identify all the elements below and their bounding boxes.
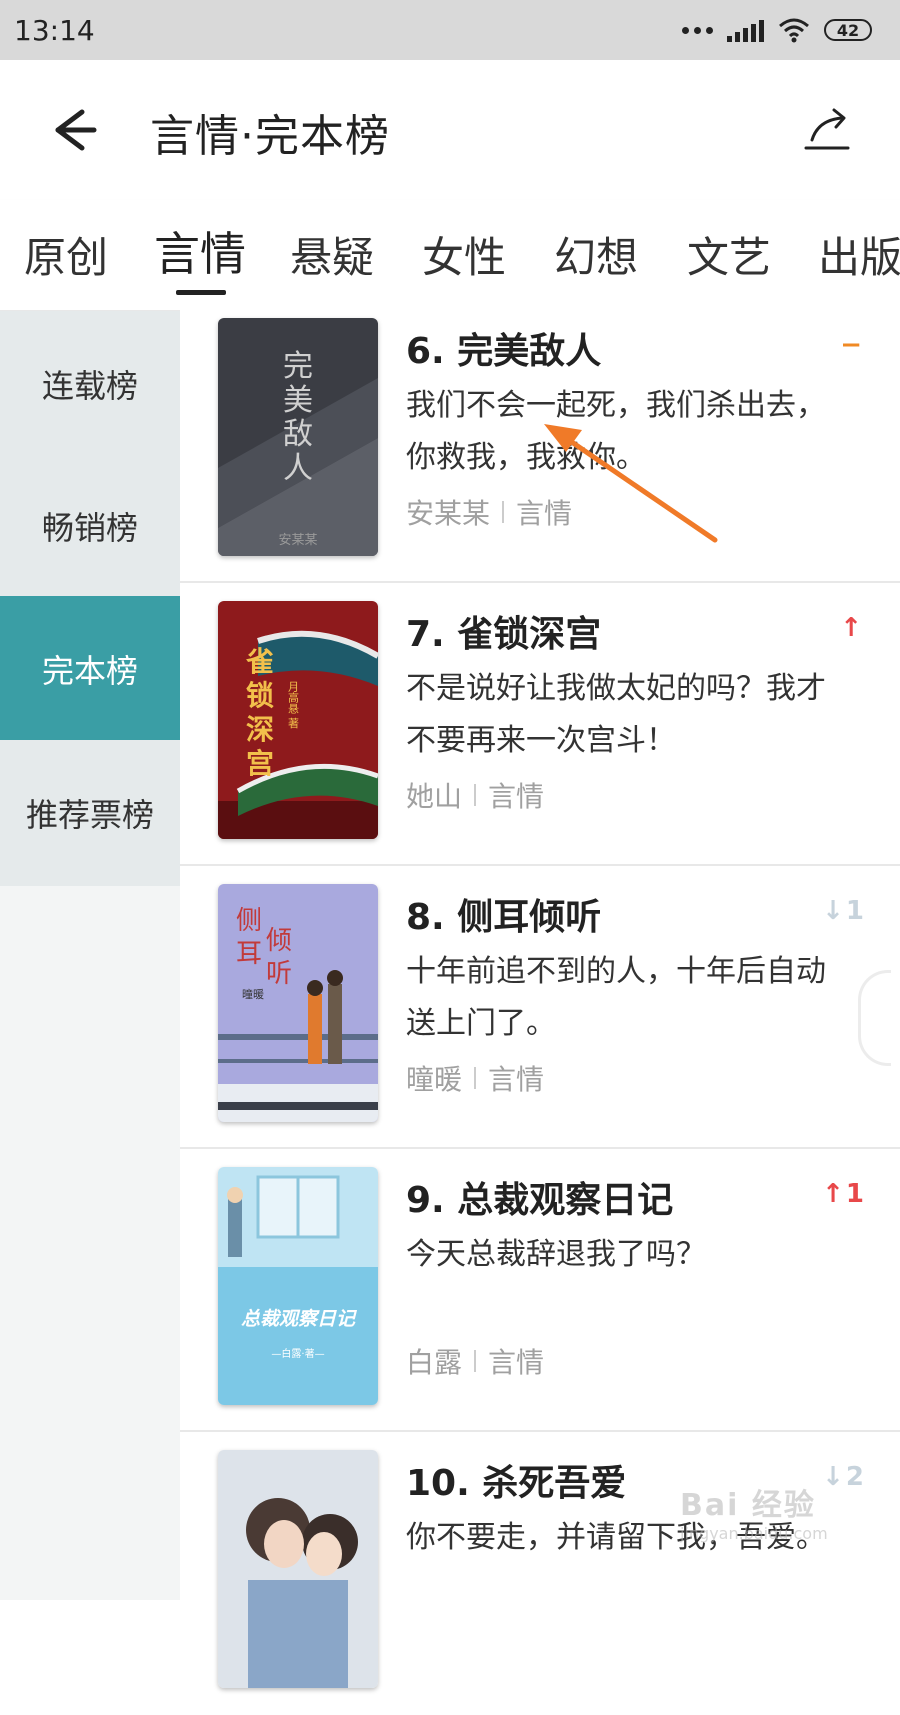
book-title[interactable]: 7. 雀锁深宫: [406, 605, 601, 657]
cover-author: 月高悬 著: [287, 681, 300, 729]
tab-romance[interactable]: 言情: [154, 218, 246, 284]
book-meta: 白露 言情: [406, 1341, 544, 1381]
trend-unchanged-icon: −: [840, 330, 862, 360]
meta-divider: [474, 784, 477, 806]
book-meta: 曈暖 言情: [406, 1058, 544, 1098]
book-title[interactable]: 6. 完美敌人: [406, 322, 601, 374]
book-item[interactable]: 侧 倾 耳 听 曈暖 8. 侧耳倾听 十年前追不到的人，十年后自动送上门了。 曈…: [180, 866, 900, 1149]
book-genre: 言情: [488, 1063, 545, 1096]
book-cover[interactable]: [218, 1450, 378, 1688]
book-cover[interactable]: 雀 锁 深 宫 月高悬 著: [218, 601, 378, 839]
book-meta: 她山 言情: [406, 775, 544, 815]
book-item[interactable]: 雀 锁 深 宫 月高悬 著 7. 雀锁深宫 不是说好让我做太妃的吗？我才不要再来…: [180, 583, 900, 866]
cover-author: 安某某: [278, 533, 317, 548]
watermark: Bai 经验 jingyan.baidu.com: [680, 1480, 828, 1543]
book-author: 白露: [406, 1346, 463, 1379]
trend-value: 2: [845, 1462, 864, 1492]
tab-published[interactable]: 出版: [818, 224, 900, 285]
watermark-brand: Bai 经验: [680, 1488, 816, 1523]
top-app-bar: 言情·完本榜: [0, 60, 900, 200]
rank-trend-badge: ↑: [840, 613, 864, 643]
trend-value: 1: [845, 1179, 864, 1209]
status-bar: 13:14 42: [0, 0, 900, 60]
wifi-icon: [779, 18, 809, 43]
tab-female[interactable]: 女性: [422, 224, 506, 285]
status-icons: 42: [682, 17, 872, 43]
cover-title: 总裁观察日记: [241, 1308, 358, 1330]
cover-author: —白露·著—: [271, 1347, 324, 1360]
book-author: 安某某: [406, 497, 491, 530]
trend-value: 1: [845, 896, 864, 926]
book-description: 十年前追不到的人，十年后自动送上门了。: [406, 954, 826, 1041]
cover-title-char-3: 倾: [266, 926, 292, 956]
book-cover[interactable]: 完 美 敌 人 安某某: [218, 318, 378, 556]
ranking-sidebar: 连载榜 畅销榜 完本榜 推荐票榜: [0, 311, 180, 1600]
watermark-url: jingyan.baidu.com: [680, 1524, 828, 1543]
rank-trend-badge: ↓ 2: [822, 1462, 864, 1492]
sidebar-item-recommend[interactable]: 推荐票榜: [0, 740, 180, 886]
cover-title-char-1: 完: [283, 349, 313, 384]
cover-title-char-2: 耳: [236, 939, 262, 969]
scroll-handle[interactable]: [858, 970, 891, 1066]
tab-fantasy[interactable]: 幻想: [554, 224, 638, 285]
cover-title-char-4: 人: [283, 451, 313, 486]
book-title[interactable]: 10. 杀死吾爱: [406, 1454, 626, 1506]
trend-up-icon: ↑: [840, 613, 862, 643]
share-icon[interactable]: [800, 100, 860, 160]
book-author: 曈暖: [406, 1063, 463, 1096]
book-title[interactable]: 9. 总裁观察日记: [406, 1171, 673, 1223]
cover-title-char-1: 侧: [236, 906, 262, 936]
book-meta: 安某某 言情: [406, 492, 572, 532]
book-item[interactable]: 总裁观察日记 —白露·著— 9. 总裁观察日记 今天总裁辞退我了吗？ 白露 言情…: [180, 1149, 900, 1432]
back-arrow-icon[interactable]: [44, 100, 104, 160]
tab-original[interactable]: 原创: [24, 224, 108, 285]
book-item[interactable]: 完 美 敌 人 安某某 6. 完美敌人 我们不会一起死，我们杀出去，你救我，我救…: [180, 300, 900, 583]
category-tabs: 原创 言情 悬疑 女性 幻想 文艺 出版: [0, 200, 900, 311]
trend-down-icon: ↓: [822, 896, 844, 926]
meta-divider: [474, 1067, 477, 1089]
book-author: 她山: [406, 780, 463, 813]
cover-title-char-3: 敌: [283, 417, 313, 452]
book-title[interactable]: 8. 侧耳倾听: [406, 888, 601, 940]
book-description: 今天总裁辞退我了吗？: [406, 1237, 706, 1272]
trend-up-icon: ↑: [822, 1179, 844, 1209]
sidebar-item-completed[interactable]: 完本榜: [0, 596, 180, 742]
sidebar-item-bestseller[interactable]: 畅销榜: [0, 453, 180, 599]
rank-trend-badge: ↓ 1: [822, 896, 864, 926]
meta-divider: [502, 501, 505, 523]
cover-title-char-1: 雀: [246, 645, 274, 678]
sidebar-item-serial[interactable]: 连载榜: [0, 311, 180, 457]
active-tab-indicator: [176, 290, 226, 295]
tab-suspense[interactable]: 悬疑: [290, 224, 374, 285]
status-time: 13:14: [14, 13, 95, 47]
book-cover[interactable]: 侧 倾 耳 听 曈暖: [218, 884, 378, 1122]
more-dots-icon: [682, 26, 713, 34]
book-description: 不是说好让我做太妃的吗？我才不要再来一次宫斗！: [406, 671, 826, 758]
tab-literature[interactable]: 文艺: [687, 224, 771, 285]
battery-icon: 42: [824, 19, 872, 41]
meta-divider: [474, 1350, 477, 1372]
book-genre: 言情: [488, 1346, 545, 1379]
cover-title-char-2: 锁: [246, 679, 274, 712]
page-title: 言情·完本榜: [150, 111, 390, 162]
book-item[interactable]: 10. 杀死吾爱 你不要走，并请留下我，吾爱。 ↓ 2: [180, 1432, 900, 1715]
rank-trend-badge: ↑ 1: [822, 1179, 864, 1209]
book-description: 我们不会一起死，我们杀出去，你救我，我救你。: [406, 388, 826, 475]
book-genre: 言情: [516, 497, 573, 530]
rank-trend-badge: −: [840, 330, 864, 360]
book-cover[interactable]: 总裁观察日记 —白露·著—: [218, 1167, 378, 1405]
cover-title-char-2: 美: [283, 383, 313, 418]
signal-icon: [727, 18, 764, 42]
book-genre: 言情: [488, 780, 545, 813]
cover-title-char-4: 宫: [246, 747, 274, 780]
cover-title-char-3: 深: [246, 713, 274, 746]
cover-title-char-4: 听: [266, 959, 292, 989]
cover-author: 曈暖: [242, 987, 264, 1001]
